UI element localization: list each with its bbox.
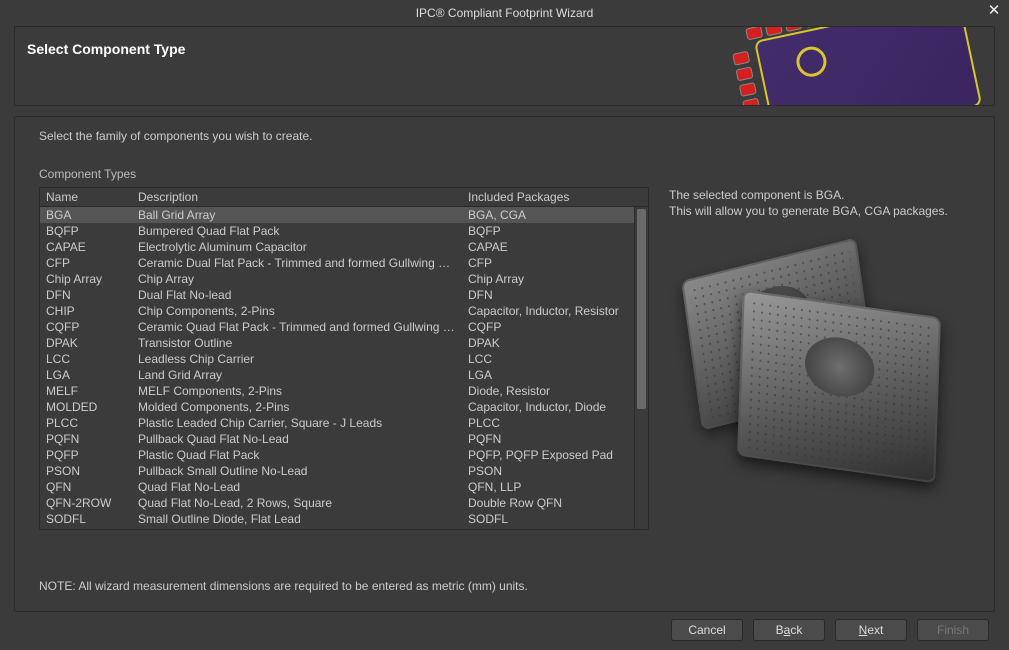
titlebar: IPC® Compliant Footprint Wizard ✕ (0, 0, 1009, 26)
table-row[interactable]: SODFLSmall Outline Diode, Flat LeadSODFL (40, 511, 648, 527)
component-preview (669, 249, 969, 479)
table-row[interactable]: SOICSmall Outline Integrated Package, 1.… (40, 527, 648, 529)
table-row[interactable]: DPAKTransistor OutlineDPAK (40, 335, 648, 351)
table-row[interactable]: BGABall Grid ArrayBGA, CGA (40, 207, 648, 223)
wizard-body: Select the family of components you wish… (14, 116, 995, 612)
cell-name: SOIC (40, 526, 132, 529)
component-table: Name Description Included Packages BGABa… (39, 187, 649, 530)
table-row[interactable]: MELFMELF Components, 2-PinsDiode, Resist… (40, 383, 648, 399)
instruction-text: Select the family of components you wish… (39, 129, 970, 143)
next-button[interactable]: Next (835, 619, 907, 641)
side-panel: The selected component is BGA. This will… (669, 187, 970, 530)
scroll-thumb[interactable] (637, 209, 646, 409)
close-icon[interactable]: ✕ (985, 3, 1003, 21)
wizard-header: Select Component Type (14, 26, 995, 106)
table-row[interactable]: QFNQuad Flat No-LeadQFN, LLP (40, 479, 648, 495)
cancel-button[interactable]: Cancel (671, 619, 743, 641)
col-name[interactable]: Name (40, 188, 132, 206)
table-row[interactable]: MOLDEDMolded Components, 2-PinsCapacitor… (40, 399, 648, 415)
wizard-footer: Cancel Back Next Finish (0, 610, 1009, 650)
table-row[interactable]: BQFPBumpered Quad Flat PackBQFP (40, 223, 648, 239)
note-text: NOTE: All wizard measurement dimensions … (39, 579, 528, 593)
table-row[interactable]: CFPCeramic Dual Flat Pack - Trimmed and … (40, 255, 648, 271)
table-row[interactable]: PLCCPlastic Leaded Chip Carrier, Square … (40, 415, 648, 431)
table-header: Name Description Included Packages (40, 188, 648, 207)
page-title: Select Component Type (27, 41, 185, 57)
table-row[interactable]: CHIPChip Components, 2-PinsCapacitor, In… (40, 303, 648, 319)
selection-summary: The selected component is BGA. This will… (669, 187, 970, 219)
table-row[interactable]: PQFPPlastic Quad Flat PackPQFP, PQFP Exp… (40, 447, 648, 463)
table-row[interactable]: DFNDual Flat No-leadDFN (40, 287, 648, 303)
header-illustration (723, 26, 995, 106)
table-row[interactable]: LGALand Grid ArrayLGA (40, 367, 648, 383)
table-row[interactable]: Chip ArrayChip ArrayChip Array (40, 271, 648, 287)
table-row[interactable]: QFN-2ROWQuad Flat No-Lead, 2 Rows, Squar… (40, 495, 648, 511)
window-title: IPC® Compliant Footprint Wizard (416, 6, 594, 20)
table-row[interactable]: PQFNPullback Quad Flat No-LeadPQFN (40, 431, 648, 447)
table-row[interactable]: LCCLeadless Chip CarrierLCC (40, 351, 648, 367)
cell-description: Small Outline Integrated Package, 1.27mm… (132, 526, 462, 529)
table-row[interactable]: CAPAEElectrolytic Aluminum CapacitorCAPA… (40, 239, 648, 255)
scrollbar[interactable] (634, 207, 648, 529)
back-button[interactable]: Back (753, 619, 825, 641)
group-label: Component Types (39, 167, 970, 181)
table-row[interactable]: PSONPullback Small Outline No-LeadPSON (40, 463, 648, 479)
finish-button: Finish (917, 619, 989, 641)
col-included[interactable]: Included Packages (462, 188, 634, 206)
table-body: BGABall Grid ArrayBGA, CGABQFPBumpered Q… (40, 207, 648, 529)
cell-included: SOIC, SOIC Exposed Pad (462, 526, 634, 529)
col-description[interactable]: Description (132, 188, 462, 206)
table-row[interactable]: CQFPCeramic Quad Flat Pack - Trimmed and… (40, 319, 648, 335)
